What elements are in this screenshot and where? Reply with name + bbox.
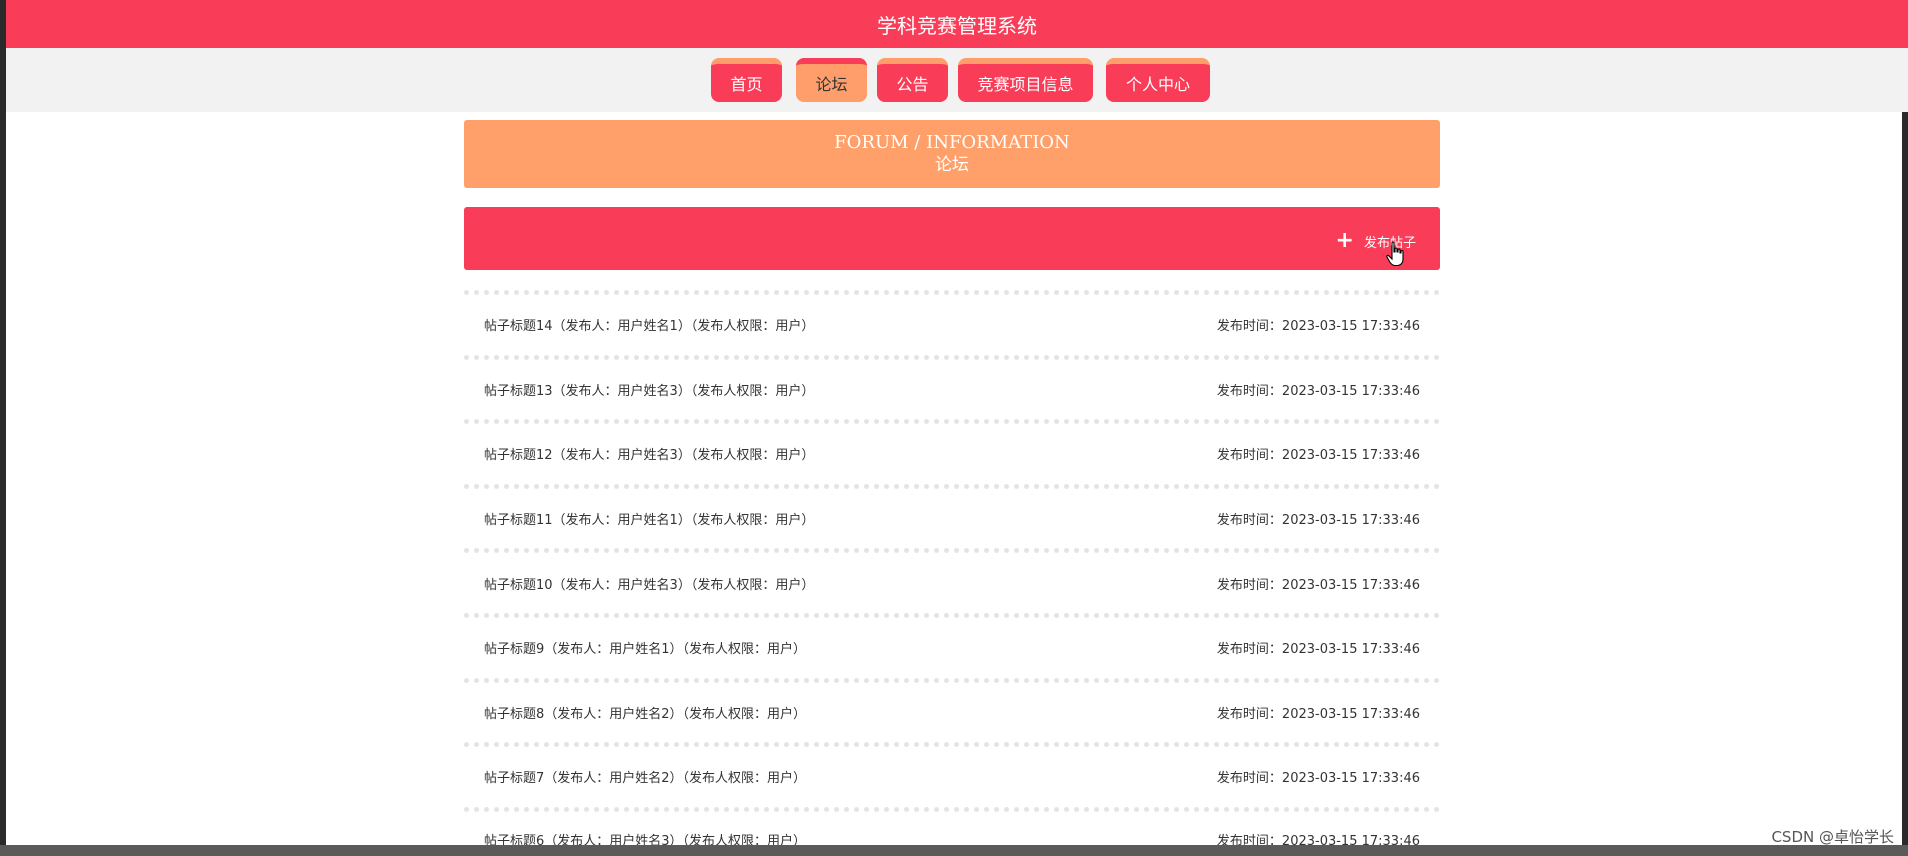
post-title: 帖子标题8（发布人：用户姓名2）（发布人权限：用户）: [484, 706, 807, 722]
top-nav: 首页 论坛 公告 竞赛项目信息 个人中心: [6, 48, 1908, 112]
post-row[interactable]: 帖子标题9（发布人：用户姓名1）（发布人权限：用户） 发布时间：2023-03-…: [464, 612, 1440, 678]
post-row[interactable]: 帖子标题12（发布人：用户姓名3）（发布人权限：用户） 发布时间：2023-03…: [464, 419, 1440, 484]
post-title: 帖子标题11（发布人：用户姓名1）（发布人权限：用户）: [484, 513, 815, 529]
post-title: 帖子标题10（发布人：用户姓名3）（发布人权限：用户）: [484, 577, 815, 593]
post-row[interactable]: 帖子标题13（发布人：用户姓名3）（发布人权限：用户） 发布时间：2023-03…: [464, 354, 1440, 420]
nav-competition-info-label: 竞赛项目信息: [977, 75, 1074, 94]
post-row[interactable]: 帖子标题11（发布人：用户姓名1）（发布人权限：用户） 发布时间：2023-03…: [464, 483, 1440, 549]
nav-home-label: 首页: [730, 75, 763, 94]
post-time: 发布时间：2023-03-15 17:33:46: [1216, 513, 1420, 529]
left-window-edge: [0, 0, 6, 856]
app-header: 学科竞赛管理系统: [6, 0, 1908, 48]
post-time: 发布时间：2023-03-15 17:33:46: [1216, 577, 1420, 593]
post-title: 帖子标题7（发布人：用户姓名2）（发布人权限：用户）: [484, 771, 807, 787]
post-list: 帖子标题14（发布人：用户姓名1）（发布人权限：用户） 发布时间：2023-03…: [464, 290, 1440, 856]
nav-competition-info[interactable]: 竞赛项目信息: [958, 58, 1093, 102]
post-time: 发布时间：2023-03-15 17:33:46: [1216, 448, 1420, 464]
plus-icon: +: [1335, 228, 1354, 253]
forum-banner: FORUM / INFORMATION 论坛: [464, 120, 1440, 188]
nav-forum[interactable]: 论坛: [796, 58, 867, 102]
app-title: 学科竞赛管理系统: [877, 13, 1037, 38]
post-row[interactable]: 帖子标题14（发布人：用户姓名1）（发布人权限：用户） 发布时间：2023-03…: [464, 290, 1440, 355]
hand-cursor-icon: [1386, 241, 1404, 267]
post-time: 发布时间：2023-03-15 17:33:46: [1216, 642, 1420, 658]
post-time: 发布时间：2023-03-15 17:33:46: [1216, 319, 1420, 335]
post-title: 帖子标题12（发布人：用户姓名3）（发布人权限：用户）: [484, 448, 815, 464]
post-row[interactable]: 帖子标题10（发布人：用户姓名3）（发布人权限：用户） 发布时间：2023-03…: [464, 548, 1440, 613]
forum-action-bar: + 发布帖子: [464, 207, 1440, 270]
nav-home[interactable]: 首页: [711, 58, 782, 102]
post-time: 发布时间：2023-03-15 17:33:46: [1216, 706, 1420, 722]
bottom-scrollbar[interactable]: [0, 845, 1908, 856]
watermark: CSDN @卓怡学长: [1771, 828, 1894, 846]
post-time: 发布时间：2023-03-15 17:33:46: [1216, 771, 1420, 787]
post-row[interactable]: 帖子标题7（发布人：用户姓名2）（发布人权限：用户） 发布时间：2023-03-…: [464, 742, 1440, 807]
nav-notice-label: 公告: [896, 75, 929, 94]
post-row[interactable]: 帖子标题8（发布人：用户姓名2）（发布人权限：用户） 发布时间：2023-03-…: [464, 677, 1440, 743]
right-scrollbar-track[interactable]: [1902, 110, 1908, 856]
nav-notice[interactable]: 公告: [877, 58, 948, 102]
banner-title-cn: 论坛: [935, 155, 969, 175]
nav-personal-center-label: 个人中心: [1125, 75, 1190, 94]
post-title: 帖子标题13（发布人：用户姓名3）（发布人权限：用户）: [484, 383, 815, 399]
banner-title-en: FORUM / INFORMATION: [834, 132, 1070, 153]
nav-forum-label: 论坛: [815, 75, 848, 94]
nav-personal-center[interactable]: 个人中心: [1106, 58, 1210, 102]
post-time: 发布时间：2023-03-15 17:33:46: [1216, 383, 1420, 399]
post-title: 帖子标题9（发布人：用户姓名1）（发布人权限：用户）: [484, 642, 807, 658]
post-title: 帖子标题14（发布人：用户姓名1）（发布人权限：用户）: [484, 319, 815, 335]
